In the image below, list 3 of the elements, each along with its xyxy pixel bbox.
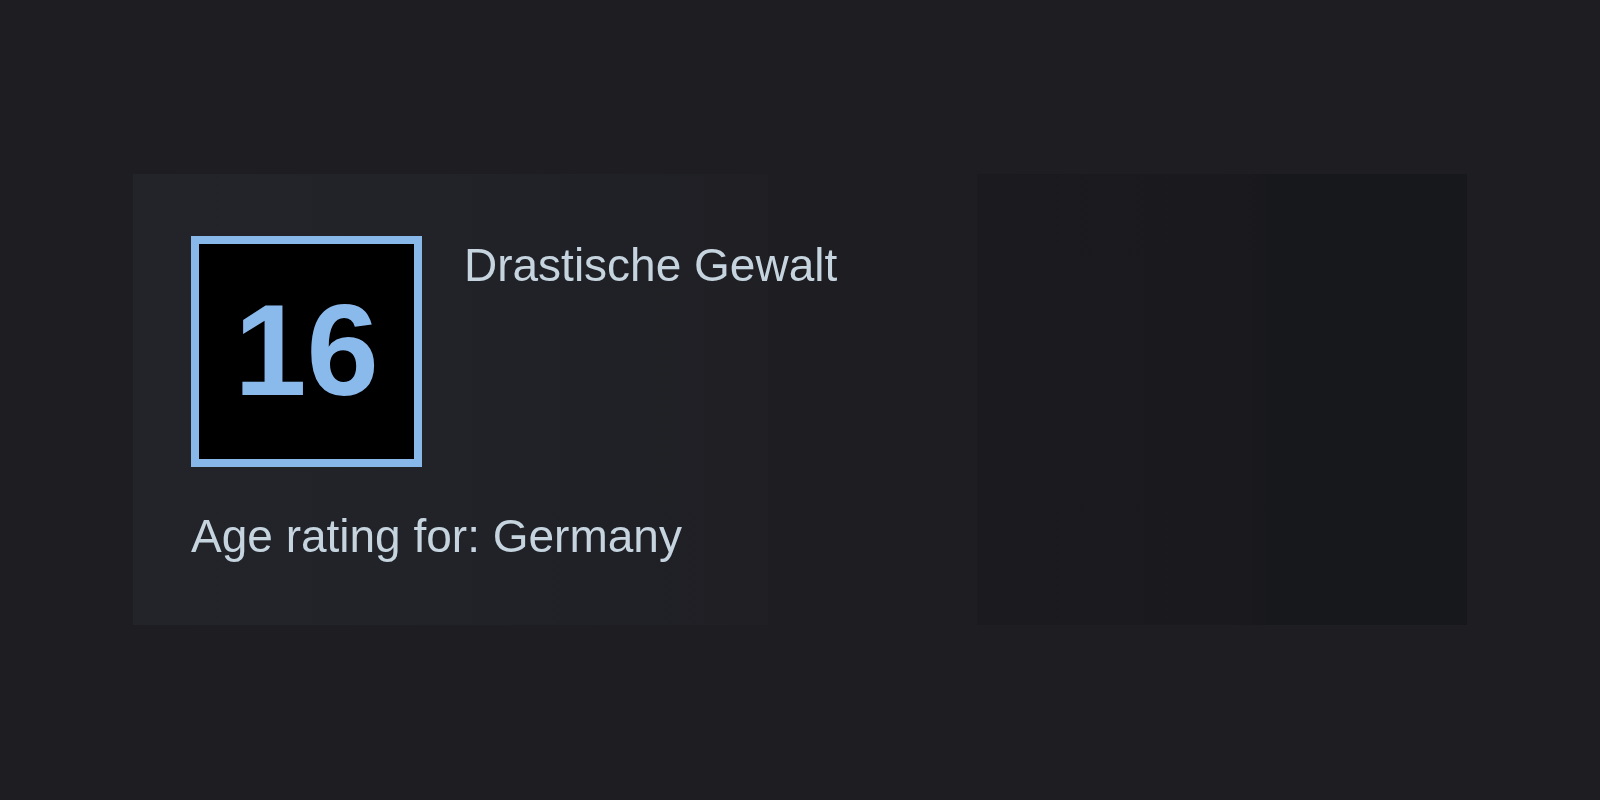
age-rating-badge: 16 <box>191 236 422 467</box>
rating-region-label: Age rating for: Germany <box>191 509 682 563</box>
content-descriptor: Drastische Gewalt <box>464 238 838 292</box>
